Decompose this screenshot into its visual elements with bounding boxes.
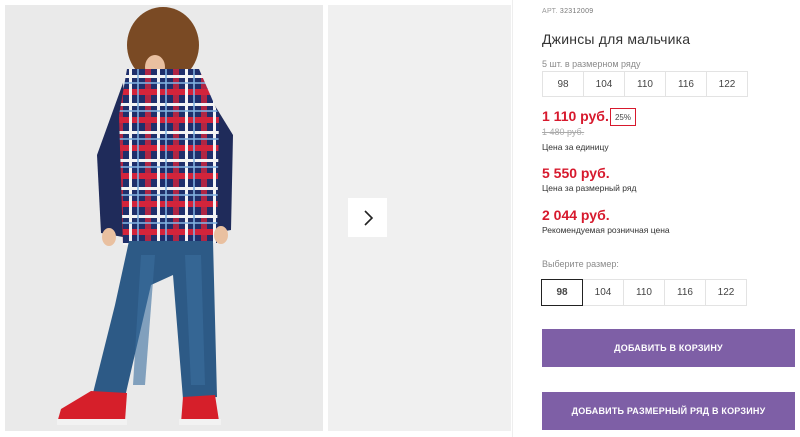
size-row-item: 104	[583, 71, 625, 97]
unit-price-caption: Цена за единицу	[542, 142, 609, 152]
size-row-item: 98	[542, 71, 584, 97]
old-price: 1 480 руб.	[542, 127, 585, 137]
gallery-next-button[interactable]	[348, 198, 387, 237]
size-option-122[interactable]: 122	[705, 279, 747, 306]
discount-badge: 25%	[610, 108, 636, 126]
product-photo[interactable]	[5, 5, 323, 431]
row-price-caption: Цена за размерный ряд	[542, 183, 637, 193]
size-option-98[interactable]: 98	[541, 279, 583, 306]
size-row-list: 98 104 110 116 122	[542, 71, 748, 97]
chevron-right-icon	[363, 209, 373, 226]
row-price: 5 550 руб.	[542, 165, 610, 181]
product-title: Джинсы для мальчика	[542, 31, 691, 47]
divider	[512, 0, 513, 437]
choose-size-label: Выберите размер:	[542, 259, 619, 269]
product-gallery	[5, 5, 511, 431]
size-row-note: 5 шт. в размерном ряду	[542, 59, 641, 69]
size-row-item: 110	[624, 71, 666, 97]
size-option-110[interactable]: 110	[623, 279, 665, 306]
retail-price: 2 044 руб.	[542, 207, 610, 223]
add-size-row-to-cart-button[interactable]: ДОБАВИТЬ РАЗМЕРНЫЙ РЯД В КОРЗИНУ	[542, 392, 795, 430]
article-value: 32312009	[559, 8, 594, 15]
unit-price: 1 110 руб.	[542, 108, 609, 124]
size-option-116[interactable]: 116	[664, 279, 706, 306]
retail-price-caption: Рекомендуемая розничная цена	[542, 225, 670, 235]
size-row-item: 116	[665, 71, 707, 97]
add-to-cart-button[interactable]: ДОБАВИТЬ В КОРЗИНУ	[542, 329, 795, 367]
article-label: АРТ.	[542, 8, 558, 15]
size-selector: 98 104 110 116 122	[541, 279, 747, 306]
size-option-104[interactable]: 104	[582, 279, 624, 306]
article-number: АРТ. 32312009	[542, 8, 593, 15]
size-row-item: 122	[706, 71, 748, 97]
